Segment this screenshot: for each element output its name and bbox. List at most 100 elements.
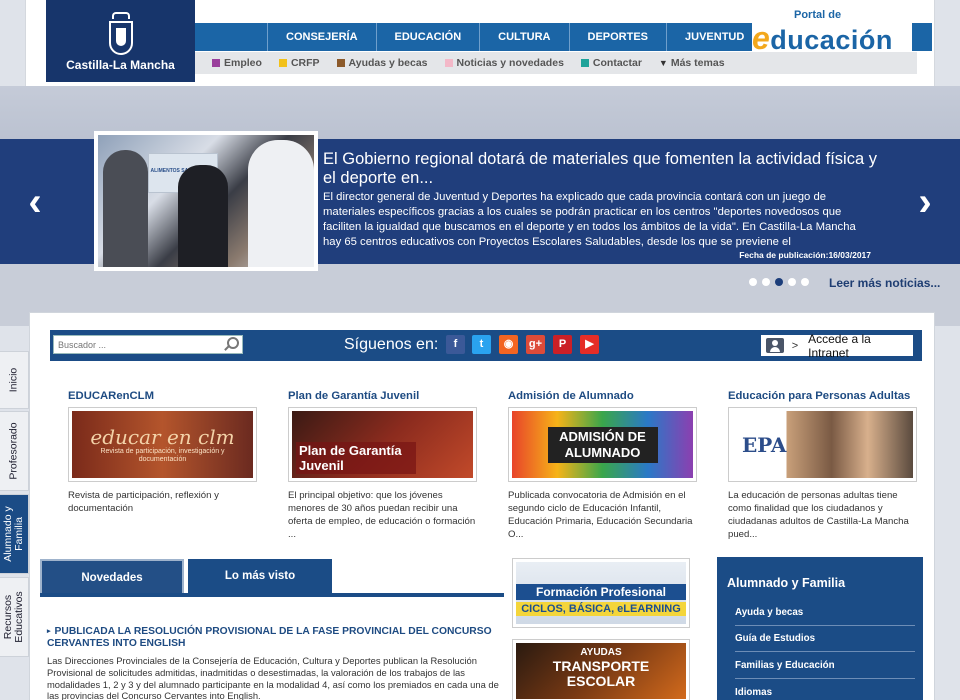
subnav-contactar-label: Contactar <box>592 57 642 69</box>
slide-title[interactable]: El Gobierno regional dotará de materiale… <box>323 150 883 188</box>
panel-item-idiomas[interactable]: Idiomas <box>735 679 915 700</box>
banner-line2: CICLOS, BÁSICA, eLEARNING <box>516 602 686 616</box>
slider-dot[interactable] <box>762 278 770 286</box>
card-title[interactable]: Plan de Garantía Juvenil <box>288 390 488 402</box>
thumb-main: EPA <box>742 432 787 457</box>
card-desc: La educación de personas adultas tiene c… <box>728 490 909 540</box>
slide-image: ALIMENTOS SALUDABLES <box>98 135 314 267</box>
google-plus-icon[interactable]: g+ <box>526 335 545 354</box>
nav-item-cultura[interactable]: CULTURA <box>479 23 568 51</box>
side-tab-profesorado[interactable]: Profesorado <box>0 411 29 491</box>
side-tab-alumnado-label: Alumnado y Familia <box>2 506 25 562</box>
slider-dot[interactable] <box>801 278 809 286</box>
card-desc: El principal objetivo: que los jóvenes m… <box>288 490 476 540</box>
banner-line2: TRANSPORTE <box>552 658 650 674</box>
subnav-empleo-label: Empleo <box>224 57 262 69</box>
subnav-contactar[interactable]: Contactar <box>580 57 642 69</box>
news-tabs: Novedades Lo más visto <box>40 557 504 597</box>
pinterest-icon[interactable]: P <box>553 335 572 354</box>
card-title[interactable]: EDUCARenCLM <box>68 390 268 402</box>
panel-item-guia-estudios[interactable]: Guía de Estudios <box>735 625 915 652</box>
card-title[interactable]: Educación para Personas Adultas <box>728 390 928 402</box>
news-body: Las Direcciones Provinciales de la Conse… <box>47 655 499 700</box>
slide-text: El director general de Juventud y Deport… <box>323 191 856 248</box>
banner-line1: Formación Profesional <box>516 584 686 600</box>
card-thumb[interactable]: ADMISIÓN DE ALUMNADO <box>508 407 697 482</box>
toolbar: Síguenos en: f t ◉ g+ P ▶ > Accede a la … <box>50 330 922 361</box>
slide-date: Fecha de publicación:16/03/2017 <box>739 250 871 260</box>
card-desc: Revista de participación, reflexión y do… <box>68 490 219 514</box>
tab-novedades[interactable]: Novedades <box>40 559 184 593</box>
news-title-text: PUBLICADA LA RESOLUCIÓN PROVISIONAL DE L… <box>47 626 492 649</box>
tab-lo-mas-visto[interactable]: Lo más visto <box>188 559 332 593</box>
banner-formacion-profesional[interactable]: Formación Profesional CICLOS, BÁSICA, eL… <box>512 558 690 628</box>
side-tab-recursos[interactable]: Recursos Educativos <box>0 577 29 657</box>
subnav-noticias-label: Noticias y novedades <box>456 57 564 69</box>
nav-item-educacion[interactable]: EDUCACIÓN <box>375 23 480 51</box>
site-header: Castilla-La Mancha CONSEJERÍA EDUCACIÓN … <box>25 0 935 92</box>
banner-line1: AYUDAS <box>580 647 622 658</box>
noticias-square-icon <box>444 59 453 67</box>
nav-item-deportes[interactable]: DEPORTES <box>568 23 667 51</box>
user-icon <box>766 338 784 353</box>
side-tab-inicio[interactable]: Inicio <box>0 351 29 409</box>
brand-e: e <box>752 20 771 56</box>
side-tab-alumnado[interactable]: Alumnado y Familia <box>0 494 29 574</box>
chevron-down-icon: ▼ <box>658 58 668 68</box>
rss-icon[interactable]: ◉ <box>499 335 518 354</box>
slide-photo[interactable]: ALIMENTOS SALUDABLES <box>94 131 318 271</box>
crest-icon <box>109 12 133 56</box>
slider-dot[interactable] <box>775 278 783 286</box>
chevron-right-icon: > <box>791 339 799 352</box>
thumb-sub: Revista de participación, investigación … <box>100 447 225 463</box>
subnav-mas-temas[interactable]: ▼ Más temas <box>659 57 725 69</box>
banner-line3: ESCOLAR <box>566 673 636 689</box>
subnav-crfp-label: CRFP <box>290 57 320 69</box>
empleo-square-icon <box>212 59 220 67</box>
more-news-link[interactable]: Leer más noticias... <box>829 276 940 290</box>
slider-dot[interactable] <box>749 278 757 286</box>
brand-rest: ducación <box>770 25 893 55</box>
panel-title: Alumnado y Familia <box>727 576 846 590</box>
banner-ayudas-transporte[interactable]: AYUDAS TRANSPORTE ESCOLAR <box>512 639 690 700</box>
nav-item-consejeria[interactable]: CONSEJERÍA <box>267 23 376 51</box>
slider-prev-icon[interactable]: ‹ <box>22 182 48 222</box>
crfp-square-icon <box>278 59 287 67</box>
card-title[interactable]: Admisión de Alumnado <box>508 390 708 402</box>
portal-educacion-logo[interactable]: Portal de educación <box>752 6 912 56</box>
nav-item-juventud[interactable]: JUVENTUD <box>666 23 762 51</box>
slider-next-icon[interactable]: › <box>912 182 938 222</box>
card-thumb[interactable]: EPA <box>728 407 917 482</box>
follow-label: Síguenos en: <box>344 336 439 353</box>
sub-nav: Empleo CRFP Ayudas y becas Noticias y no… <box>195 52 917 74</box>
panel-item-ayuda-becas[interactable]: Ayuda y becas <box>735 599 915 626</box>
castilla-la-mancha-logo[interactable]: Castilla-La Mancha <box>46 0 195 82</box>
subnav-mas-temas-label: Más temas <box>670 57 725 69</box>
card-desc: Publicada convocatoria de Admisión en el… <box>508 490 693 540</box>
subnav-ayudas[interactable]: Ayudas y becas <box>336 57 428 69</box>
side-tab-recursos-label: Recursos Educativos <box>2 591 25 643</box>
subnav-empleo[interactable]: Empleo <box>212 57 262 69</box>
bullet-icon: ▸ <box>47 628 51 635</box>
search-input[interactable] <box>53 335 243 354</box>
facebook-icon[interactable]: f <box>446 335 465 354</box>
news-title[interactable]: ▸ PUBLICADA LA RESOLUCIÓN PROVISIONAL DE … <box>47 626 492 650</box>
card-educarenclm: EDUCARenCLM educar en clm Revista de par… <box>68 390 268 515</box>
card-thumb[interactable]: Plan de Garantía Juvenil <box>288 407 477 482</box>
youtube-icon[interactable]: ▶ <box>580 335 599 354</box>
main-content: Síguenos en: f t ◉ g+ P ▶ > Accede a la … <box>29 312 935 700</box>
slider-dots <box>749 278 814 286</box>
contactar-square-icon <box>580 59 589 67</box>
twitter-icon[interactable]: t <box>472 335 491 354</box>
subnav-noticias[interactable]: Noticias y novedades <box>444 57 564 69</box>
card-thumb[interactable]: educar en clm Revista de participación, … <box>68 407 257 482</box>
intranet-button[interactable]: > Accede a la Intranet <box>761 332 913 360</box>
slider-dot[interactable] <box>788 278 796 286</box>
intranet-label: Accede a la Intranet <box>808 331 871 360</box>
subnav-crfp[interactable]: CRFP <box>278 57 320 69</box>
search-icon[interactable] <box>224 336 240 352</box>
panel-item-familias[interactable]: Familias y Educación <box>735 652 915 679</box>
subnav-ayudas-label: Ayudas y becas <box>348 57 428 69</box>
alumnado-panel: Alumnado y Familia Ayuda y becas Guía de… <box>717 557 923 700</box>
side-tab-inicio-label: Inicio <box>7 367 20 393</box>
